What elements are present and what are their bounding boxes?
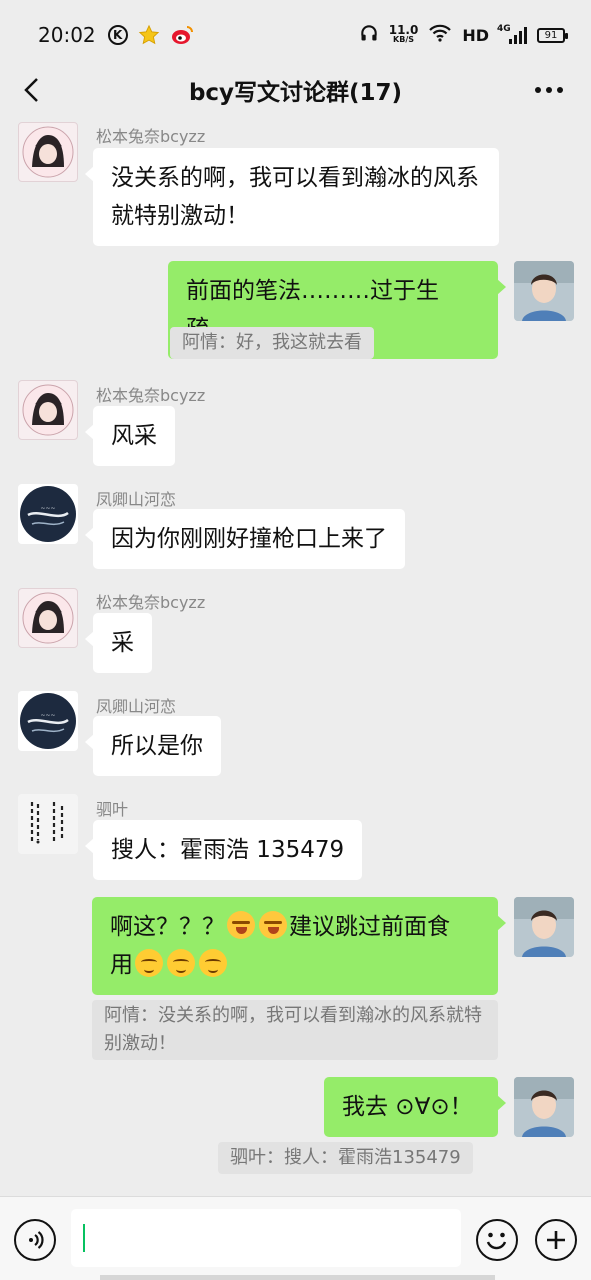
message-list[interactable]: 松本兔奈bcyzz 没关系的啊，我可以看到瀚冰的风系就特别激动！ 前面的笔法………	[0, 118, 591, 1196]
message-text: 用	[110, 952, 133, 978]
chat-title: bcy写文讨论群(17)	[188, 80, 403, 106]
emoji-face-icon	[486, 1232, 507, 1250]
message-bubble[interactable]: 因为你刚刚好撞枪口上来了	[85, 509, 405, 569]
signal-icon: 4G	[497, 23, 527, 44]
message-input[interactable]	[71, 1209, 461, 1267]
k-icon: K	[107, 25, 128, 45]
battery-icon: 91	[537, 27, 568, 43]
speed-value: 11.0	[388, 23, 419, 37]
sender-name: 松本兔奈bcyzz	[96, 593, 206, 612]
more-functions-button[interactable]	[535, 1219, 577, 1261]
avatar-songben[interactable]	[18, 122, 78, 182]
chevron-left-icon	[24, 78, 38, 102]
chat-header: bcy写文讨论群(17)	[0, 62, 591, 118]
status-bar: 20:02 K 11.0 KB/S HD 4G 91	[0, 0, 591, 70]
avatar-siye[interactable]	[18, 794, 78, 854]
headphones-icon	[359, 23, 379, 48]
crying-laughing-emoji-icon	[227, 911, 255, 939]
back-button[interactable]	[14, 72, 50, 108]
message-bubble[interactable]: 风采	[85, 406, 175, 466]
bottom-strip	[100, 1275, 495, 1280]
message-bubble[interactable]: 没关系的啊，我可以看到瀚冰的风系就特别激动！	[85, 148, 499, 246]
wifi-icon	[428, 24, 452, 47]
emoji-button[interactable]	[476, 1219, 518, 1261]
status-time: 20:02	[38, 23, 96, 47]
star-icon	[138, 24, 160, 46]
blushing-emoji-icon	[135, 949, 163, 977]
message-text: 啊这？？？	[110, 914, 225, 940]
blushing-emoji-icon	[199, 949, 227, 977]
avatar-songben[interactable]	[18, 380, 78, 440]
message-bubble[interactable]: 我去 ⊙∀⊙！	[324, 1077, 506, 1137]
avatar-songben[interactable]	[18, 588, 78, 648]
avatar-self[interactable]	[514, 1077, 574, 1137]
sender-name: 凤卿山河恋	[96, 490, 177, 509]
quoted-reply[interactable]: 阿情：没关系的啊，我可以看到瀚冰的风系就特别激动！	[92, 1000, 498, 1060]
avatar-self[interactable]	[514, 261, 574, 321]
more-button[interactable]	[527, 72, 571, 108]
speed-unit: KB/S	[393, 35, 415, 44]
message-text: 建议跳过前面食	[289, 914, 450, 940]
weibo-icon	[170, 24, 194, 46]
avatar-fengqing[interactable]: ~~~	[18, 691, 78, 751]
network-type: 4G	[497, 23, 511, 34]
message-bubble[interactable]: 所以是你	[85, 716, 221, 776]
blushing-emoji-icon	[167, 949, 195, 977]
battery-level: 91	[544, 29, 558, 41]
sender-name: 松本兔奈bcyzz	[96, 127, 206, 146]
crying-laughing-emoji-icon	[259, 911, 287, 939]
avatar-fengqing[interactable]: ~~~	[18, 484, 78, 544]
input-bar	[0, 1196, 591, 1280]
net-speed: 11.0 KB/S	[388, 23, 419, 45]
message-bubble[interactable]: 采	[85, 613, 152, 673]
svg-text:~~~: ~~~	[40, 712, 55, 719]
hd-label: HD	[462, 25, 489, 45]
voice-button[interactable]	[14, 1219, 56, 1261]
more-dots-icon	[535, 87, 563, 93]
svg-text:~~~: ~~~	[40, 505, 55, 512]
message-bubble[interactable]: 搜人：霍雨浩 135479	[84, 820, 363, 880]
avatar-self[interactable]	[514, 897, 574, 957]
sender-name: 驷叶	[96, 800, 129, 819]
plus-icon	[547, 1231, 565, 1249]
sender-name: 凤卿山河恋	[96, 697, 177, 716]
sender-name: 松本兔奈bcyzz	[96, 386, 206, 405]
voice-icon	[29, 1231, 44, 1249]
text-caret	[83, 1224, 85, 1252]
quoted-reply[interactable]: 驷叶：搜人：霍雨浩135479	[218, 1142, 473, 1174]
message-bubble[interactable]: 啊这？？？ 建议跳过前面食用	[92, 897, 506, 995]
quoted-reply[interactable]: 阿情：好，我这就去看	[170, 327, 374, 359]
